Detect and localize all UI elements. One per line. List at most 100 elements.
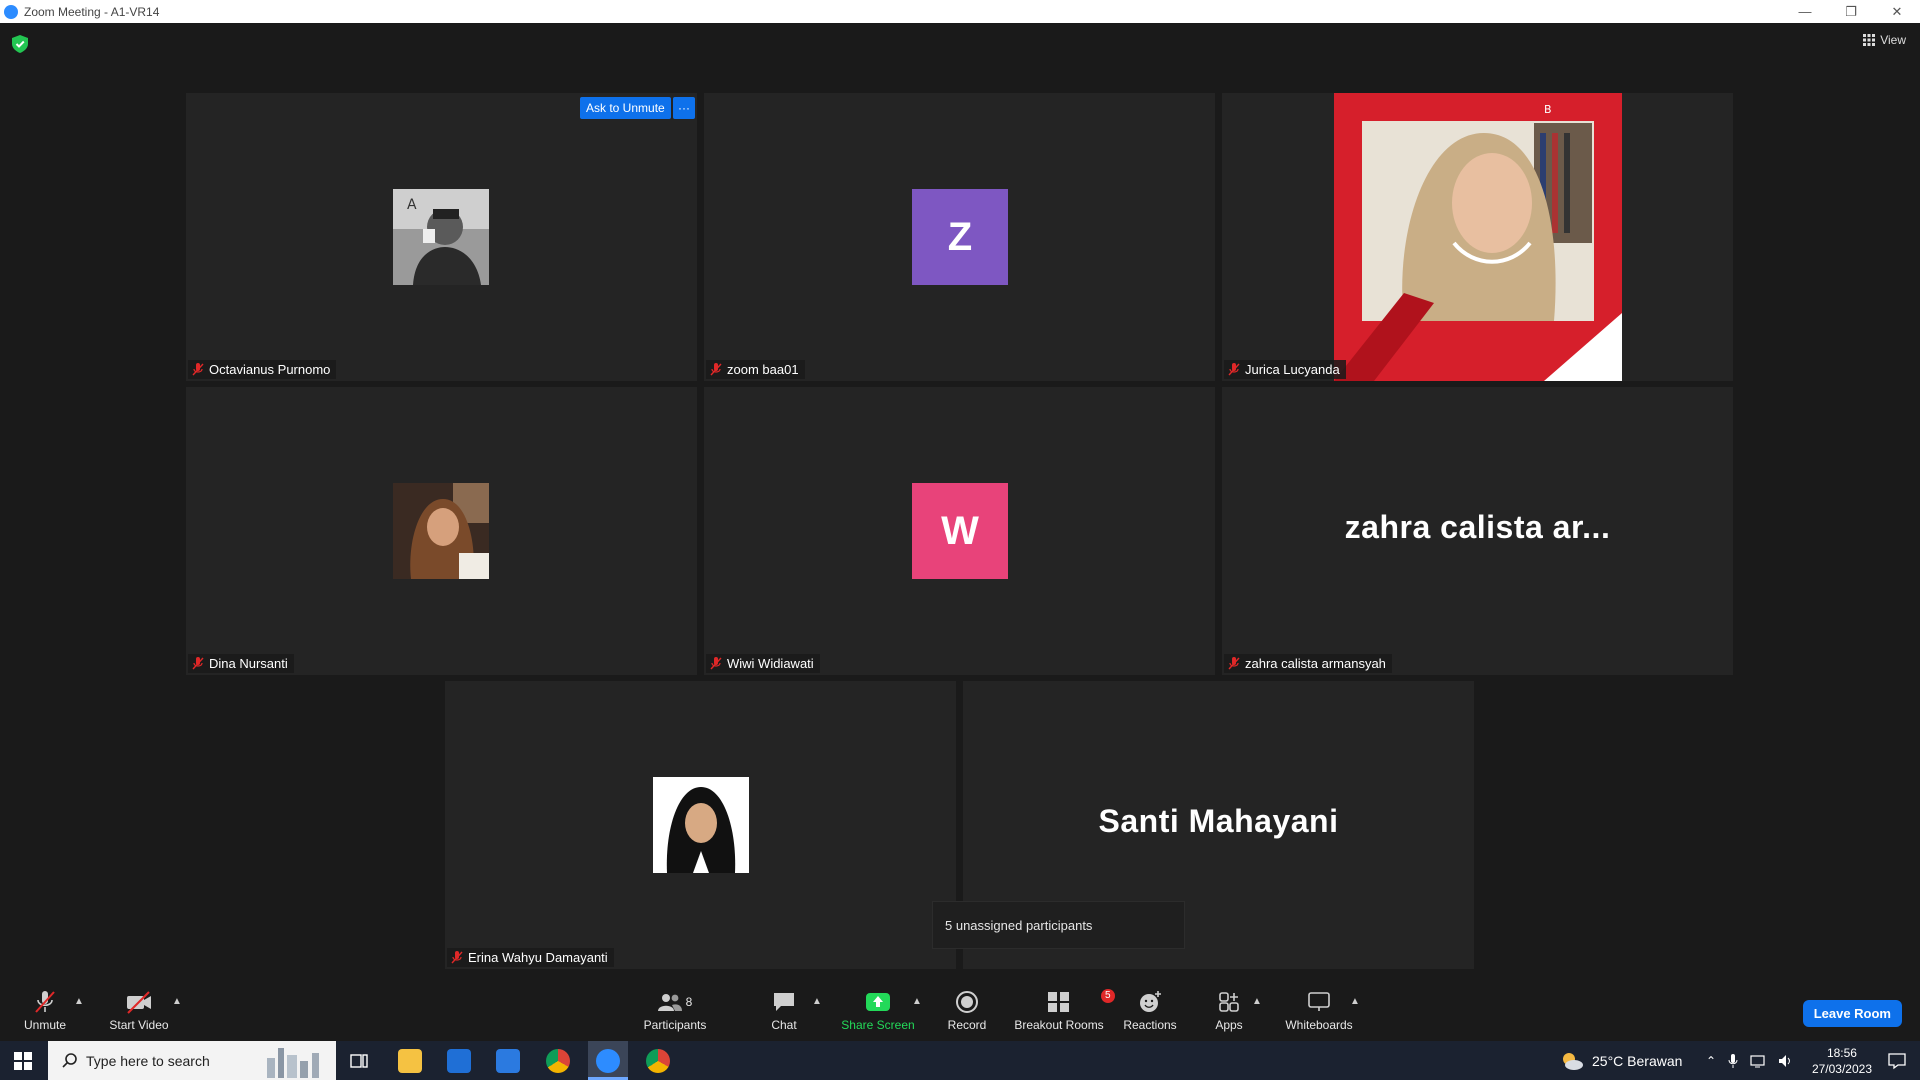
share-screen-icon bbox=[866, 993, 890, 1011]
participant-avatar bbox=[393, 483, 489, 579]
unmute-button[interactable]: Unmute bbox=[18, 980, 72, 1041]
windows-start-icon[interactable] bbox=[14, 1052, 32, 1070]
ask-to-unmute-button[interactable]: Ask to Unmute bbox=[580, 97, 671, 119]
leave-room-button[interactable]: Leave Room bbox=[1802, 1000, 1902, 1027]
restore-button[interactable]: ❐ bbox=[1828, 0, 1874, 23]
chat-icon bbox=[774, 993, 794, 1011]
view-label: View bbox=[1880, 33, 1906, 47]
chrome-icon[interactable] bbox=[546, 1049, 570, 1073]
network-icon bbox=[1750, 1054, 1765, 1067]
participant-nametag: Jurica Lucyanda bbox=[1224, 360, 1346, 379]
svg-text:A: A bbox=[407, 197, 417, 213]
participant-avatar: A bbox=[393, 189, 489, 285]
participant-name: Erina Wahyu Damayanti bbox=[468, 950, 608, 965]
participant-tile[interactable]: Dina Nursanti bbox=[186, 387, 697, 675]
meeting-toolbar: Unmute ▲ Start Video ▲ 8 Participants Ch… bbox=[0, 980, 1920, 1041]
microsoft-store-icon[interactable] bbox=[447, 1049, 471, 1073]
taskbar-search-box[interactable]: Type here to search bbox=[48, 1041, 336, 1080]
participant-tile[interactable]: B Jurica Lucyanda bbox=[1222, 93, 1733, 381]
chat-options-caret[interactable]: ▲ bbox=[812, 996, 822, 1007]
muted-mic-icon bbox=[35, 991, 55, 1013]
apps-icon bbox=[1219, 992, 1239, 1012]
minimize-button[interactable]: — bbox=[1782, 0, 1828, 23]
tray-chevron-icon[interactable]: ⌃ bbox=[1706, 1054, 1716, 1068]
weather-text: 25°C Berawan bbox=[1592, 1052, 1683, 1069]
system-tray[interactable]: ⌃ bbox=[1706, 1041, 1794, 1080]
participant-tile[interactable]: Z zoom baa01 bbox=[704, 93, 1215, 381]
participant-nametag: zoom baa01 bbox=[706, 360, 805, 379]
record-button[interactable]: Record bbox=[944, 980, 990, 1041]
zoom-taskbar-button[interactable] bbox=[588, 1041, 628, 1080]
microphone-icon bbox=[1728, 1053, 1738, 1068]
view-button[interactable]: View bbox=[1863, 33, 1906, 47]
apps-label: Apps bbox=[1215, 1018, 1243, 1032]
muted-mic-icon bbox=[710, 363, 722, 376]
file-explorer-icon[interactable] bbox=[398, 1049, 422, 1073]
mail-icon[interactable] bbox=[496, 1049, 520, 1073]
participant-nametag: Octavianus Purnomo bbox=[188, 360, 337, 379]
task-view-icon[interactable] bbox=[350, 1052, 368, 1070]
city-skyline-icon bbox=[267, 1048, 319, 1078]
notification-center-icon[interactable] bbox=[1888, 1052, 1906, 1070]
participant-name: Jurica Lucyanda bbox=[1245, 362, 1340, 377]
share-screen-button[interactable]: Share Screen bbox=[838, 980, 918, 1041]
unassigned-participants-tooltip: 5 unassigned participants bbox=[932, 901, 1185, 949]
reactions-button[interactable]: Reactions bbox=[1122, 980, 1178, 1041]
whiteboards-options-caret[interactable]: ▲ bbox=[1350, 996, 1360, 1007]
zoom-logo-icon bbox=[4, 4, 18, 19]
breakout-rooms-icon bbox=[1048, 992, 1069, 1012]
apps-button[interactable]: Apps bbox=[1214, 980, 1244, 1041]
meeting-area: View A Ask to Unmute ··· Octavianus Purn… bbox=[0, 23, 1920, 980]
participant-tile[interactable]: zahra calista ar... zahra calista armans… bbox=[1222, 387, 1733, 675]
initial-avatar: W bbox=[912, 483, 1008, 579]
participants-button[interactable]: 8 Participants bbox=[640, 980, 710, 1041]
whiteboards-button[interactable]: Whiteboards bbox=[1282, 980, 1356, 1041]
participant-tile[interactable]: A Ask to Unmute ··· Octavianus Purnomo bbox=[186, 93, 697, 381]
participant-tile[interactable]: W Wiwi Widiawati bbox=[704, 387, 1215, 675]
muted-mic-icon bbox=[451, 951, 463, 964]
weather-cloud-icon bbox=[1563, 1052, 1583, 1070]
video-options-caret[interactable]: ▲ bbox=[172, 996, 182, 1007]
share-options-caret[interactable]: ▲ bbox=[912, 996, 922, 1007]
reactions-label: Reactions bbox=[1123, 1018, 1177, 1032]
video-off-icon bbox=[127, 991, 151, 1014]
participant-tile[interactable]: Erina Wahyu Damayanti bbox=[445, 681, 956, 969]
search-placeholder: Type here to search bbox=[86, 1052, 210, 1069]
participant-name: Octavianus Purnomo bbox=[209, 362, 331, 377]
whiteboard-icon bbox=[1308, 992, 1330, 1011]
window-titlebar: Zoom Meeting - A1-VR14 — ❐ ✕ bbox=[0, 0, 1920, 23]
participants-count: 8 bbox=[685, 995, 693, 1009]
participant-nametag: Erina Wahyu Damayanti bbox=[447, 948, 614, 967]
chat-button[interactable]: Chat bbox=[762, 980, 806, 1041]
participants-label: Participants bbox=[643, 1018, 707, 1032]
close-button[interactable]: ✕ bbox=[1874, 0, 1920, 23]
initial-avatar: Z bbox=[912, 189, 1008, 285]
audio-options-caret[interactable]: ▲ bbox=[74, 996, 84, 1007]
start-video-button[interactable]: Start Video bbox=[104, 980, 174, 1041]
chat-label: Chat bbox=[771, 1018, 797, 1032]
unmute-label: Unmute bbox=[23, 1018, 67, 1032]
more-options-button[interactable]: ··· bbox=[673, 97, 695, 119]
participant-nametag: Dina Nursanti bbox=[188, 654, 294, 673]
security-shield-icon[interactable] bbox=[12, 35, 28, 53]
breakout-rooms-button[interactable]: 5 Breakout Rooms bbox=[1012, 980, 1115, 1041]
muted-mic-icon bbox=[1228, 657, 1240, 670]
share-screen-label: Share Screen bbox=[841, 1018, 915, 1032]
participant-nametag: zahra calista armansyah bbox=[1224, 654, 1392, 673]
svg-text:B: B bbox=[1544, 103, 1552, 116]
apps-options-caret[interactable]: ▲ bbox=[1252, 996, 1262, 1007]
window-title: Zoom Meeting - A1-VR14 bbox=[24, 4, 160, 19]
record-icon bbox=[956, 991, 978, 1013]
reactions-icon bbox=[1140, 991, 1161, 1012]
start-video-label: Start Video bbox=[109, 1018, 169, 1032]
muted-mic-icon bbox=[710, 657, 722, 670]
chrome-profile-icon[interactable] bbox=[646, 1049, 670, 1073]
participants-icon bbox=[657, 994, 682, 1011]
zoom-app-icon bbox=[596, 1049, 620, 1073]
breakout-badge: 5 bbox=[1101, 989, 1115, 1003]
weather-widget[interactable]: 25°C Berawan bbox=[1560, 1041, 1682, 1080]
taskbar-clock[interactable]: 18:56 27/03/2023 bbox=[1812, 1045, 1872, 1077]
participant-video: B bbox=[1334, 93, 1622, 381]
participant-name: Dina Nursanti bbox=[209, 656, 288, 671]
participant-name: zahra calista armansyah bbox=[1245, 656, 1386, 671]
